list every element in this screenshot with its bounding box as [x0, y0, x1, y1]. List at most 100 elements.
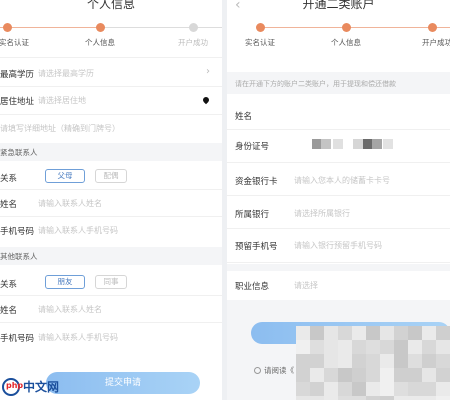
- mosaic-cell: [310, 340, 324, 354]
- relation-label: 关系: [0, 280, 18, 290]
- mosaic-cell: [296, 354, 310, 368]
- pixelated-overlay: [296, 326, 450, 400]
- mosaic-cell: [394, 368, 408, 382]
- mosaic-cell: [422, 340, 436, 354]
- logo-text: 中文网: [23, 380, 60, 394]
- mosaic-cell: [436, 396, 450, 400]
- mosaic-cell: [436, 382, 450, 396]
- mosaic-cell: [366, 340, 380, 354]
- mosaic-cell: [394, 382, 408, 396]
- php-logo-icon: php: [2, 378, 23, 396]
- contact-name-input[interactable]: 请输入联系人姓名: [38, 198, 102, 209]
- divider: [0, 322, 222, 323]
- contact-phone-input[interactable]: 请输入联系人手机号码: [38, 332, 118, 343]
- mosaic-cell: [436, 368, 450, 382]
- mosaic-cell: [408, 340, 422, 354]
- mosaic-cell: [352, 396, 366, 400]
- mosaic-cell: [338, 354, 352, 368]
- relation-option-parents[interactable]: 父母: [45, 169, 85, 183]
- mosaic-cell: [352, 354, 366, 368]
- spacer: [227, 264, 450, 271]
- step-label-3: 开户成功: [178, 38, 208, 47]
- mosaic-cell: [338, 382, 352, 396]
- divider: [227, 162, 450, 163]
- address-label: 居住地址: [0, 97, 35, 107]
- bank-select[interactable]: 请选择所属银行: [294, 208, 350, 219]
- divider: [0, 57, 222, 58]
- mosaic-cell: [310, 326, 324, 340]
- contact-name-input[interactable]: 请输入联系人姓名: [38, 304, 102, 315]
- relation-option-friend[interactable]: 朋友: [45, 275, 85, 289]
- step-label-1: 实名认证: [0, 38, 29, 47]
- page-title: 开通二类账户: [302, 0, 375, 11]
- mosaic-cell: [380, 396, 394, 400]
- mosaic-cell: [422, 326, 436, 340]
- mosaic-cell: [436, 340, 450, 354]
- contact-phone-input[interactable]: 请输入联系人手机号码: [38, 225, 118, 236]
- mosaic-cell: [422, 354, 436, 368]
- divider: [227, 228, 450, 229]
- education-select[interactable]: 请选择最高学历: [38, 68, 94, 79]
- mosaic-cell: [310, 354, 324, 368]
- mosaic-cell: [310, 368, 324, 382]
- divider: [0, 189, 222, 190]
- step-dot-1: [256, 23, 265, 32]
- relation-option-colleague[interactable]: 同事: [95, 275, 127, 289]
- step-dot-1: [3, 23, 12, 32]
- section-header: 紧急联系人: [0, 143, 222, 161]
- contact-name-label: 姓名: [0, 306, 18, 316]
- mosaic-cell: [366, 368, 380, 382]
- mosaic-cell: [366, 354, 380, 368]
- divider: [227, 129, 450, 130]
- mosaic-cell: [366, 326, 380, 340]
- mosaic-cell: [436, 326, 450, 340]
- contact-phone-label: 手机号码: [0, 227, 35, 237]
- emergency-contact-title: 紧急联系人: [0, 148, 38, 157]
- mosaic-cell: [324, 368, 338, 382]
- mosaic-cell: [408, 382, 422, 396]
- other-contact-title: 其他联系人: [0, 252, 38, 261]
- mosaic-cell: [324, 340, 338, 354]
- submit-button[interactable]: 提交申请: [46, 372, 200, 394]
- step-connector: [257, 27, 450, 28]
- mosaic-cell: [324, 382, 338, 396]
- reserved-phone-input[interactable]: 请输入银行预留手机号码: [294, 240, 382, 251]
- divider: [0, 114, 222, 115]
- address-select[interactable]: 请选择居住地: [38, 95, 86, 106]
- contact-phone-label: 手机号码: [0, 334, 35, 344]
- mosaic-cell: [380, 382, 394, 396]
- mosaic-cell: [324, 396, 338, 400]
- address-detail-input[interactable]: 请填写详细地址（精确到门牌号）: [0, 123, 120, 134]
- bank-card-input[interactable]: 请输入您本人的储蓄卡卡号: [294, 175, 390, 186]
- occupation-select[interactable]: 请选择: [294, 280, 318, 291]
- agreement-checkbox[interactable]: [254, 367, 261, 374]
- agreement-text[interactable]: 请阅读《: [264, 365, 294, 376]
- location-pin-icon[interactable]: [201, 95, 211, 105]
- divider: [0, 295, 222, 296]
- mosaic-cell: [352, 326, 366, 340]
- contact-name-label: 姓名: [0, 200, 18, 210]
- mosaic-cell: [338, 396, 352, 400]
- mosaic-cell: [380, 368, 394, 382]
- step-label-2: 个人信息: [85, 38, 115, 47]
- step-dot-3: [428, 23, 437, 32]
- step-dot-2: [342, 23, 351, 32]
- relation-option-spouse[interactable]: 配偶: [95, 169, 127, 183]
- step-label-2: 个人信息: [331, 38, 361, 47]
- mosaic-cell: [366, 396, 380, 400]
- mosaic-cell: [352, 368, 366, 382]
- notice-text: 请在开通下方的账户二类账户，用于提现和偿还借款: [235, 80, 396, 88]
- step-label-3: 开户成功: [422, 38, 450, 47]
- mosaic-cell: [436, 354, 450, 368]
- mosaic-cell: [338, 326, 352, 340]
- step-connector: [100, 27, 222, 28]
- notice-bar: 请在开通下方的账户二类账户，用于提现和偿还借款: [227, 72, 450, 94]
- mosaic-cell: [324, 326, 338, 340]
- id-number-label: 身份证号: [235, 142, 270, 152]
- mosaic-cell: [408, 326, 422, 340]
- mosaic-cell: [310, 382, 324, 396]
- mosaic-cell: [394, 326, 408, 340]
- mosaic-cell: [408, 368, 422, 382]
- mosaic-cell: [380, 340, 394, 354]
- mosaic-cell: [352, 382, 366, 396]
